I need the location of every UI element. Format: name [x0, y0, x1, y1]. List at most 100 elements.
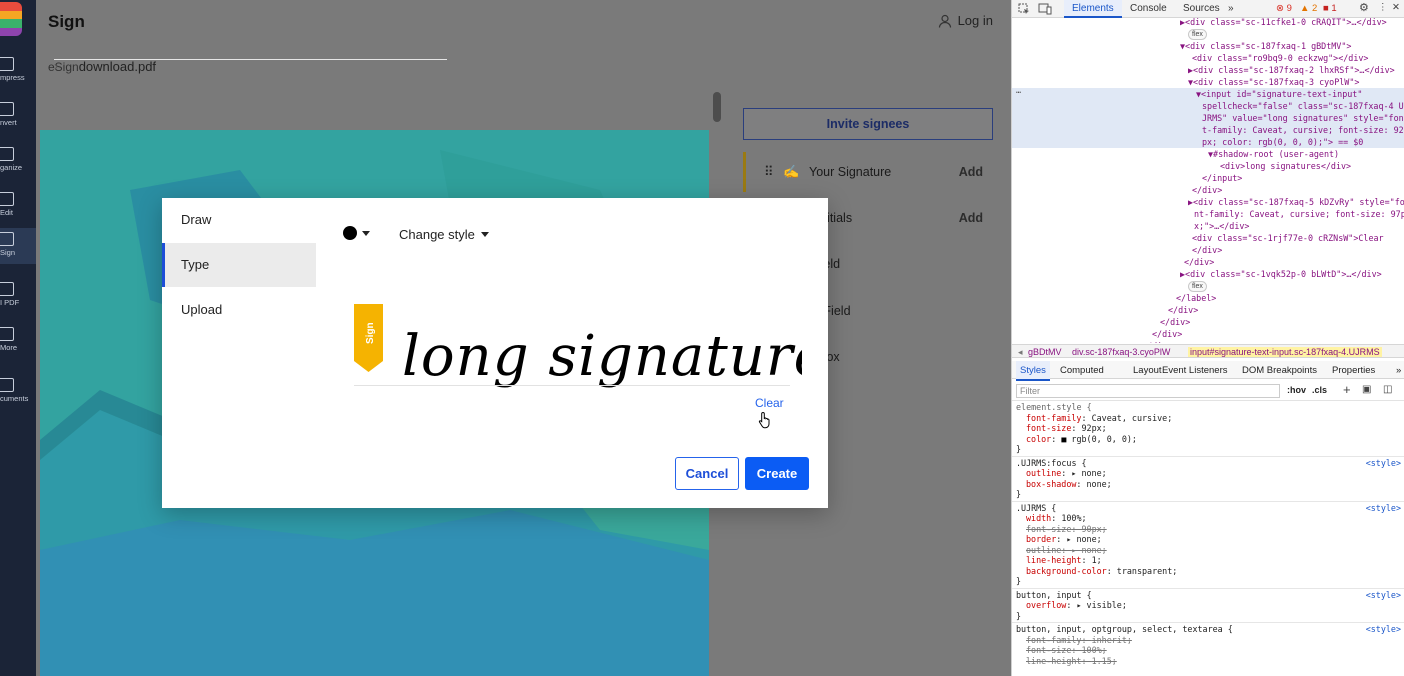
dom-node[interactable]: px; color: rgb(0, 0, 0);"> == $0 — [1012, 136, 1404, 148]
dom-crumb[interactable]: gBDtMV — [1028, 347, 1062, 357]
css-declaration[interactable]: background-color: transparent; — [1026, 566, 1177, 577]
signature-text-input[interactable] — [402, 316, 802, 396]
devtools-tab-console[interactable]: Console — [1130, 3, 1167, 14]
css-declaration[interactable]: color: ■ rgb(0, 0, 0); — [1026, 434, 1137, 445]
color-swatch-icon[interactable]: ■ — [1061, 434, 1071, 444]
css-declaration[interactable]: border: ▸ none; — [1026, 534, 1102, 545]
add-field-button[interactable]: Add — [959, 211, 983, 225]
rule-source-link[interactable]: <style> — [1366, 503, 1401, 514]
clear-link[interactable]: Clear — [755, 396, 784, 410]
styles-filter-input[interactable]: Filter — [1016, 384, 1280, 398]
rail-item-more[interactable]: More — [0, 327, 36, 357]
crumb-left-arrow-icon[interactable]: ◂ — [1018, 347, 1023, 357]
dom-node[interactable]: nt-family: Caveat, cursive; font-size: 9… — [1012, 208, 1404, 220]
paint-icon[interactable]: ▣ — [1362, 384, 1371, 395]
css-selector[interactable]: button, input, optgroup, select, textare… — [1016, 624, 1233, 635]
close-icon[interactable]: ✕ — [1392, 2, 1400, 13]
cls-toggle[interactable]: .cls — [1312, 385, 1327, 395]
change-style-dropdown[interactable]: Change style — [399, 226, 489, 242]
rule-source-link[interactable]: <style> — [1366, 458, 1401, 469]
tab-type[interactable]: Type — [162, 243, 316, 287]
dom-node[interactable]: </input> — [1012, 172, 1404, 184]
rail-item-sign[interactable]: Sign — [0, 228, 36, 264]
rail-item-edit[interactable]: Edit — [0, 192, 36, 222]
drag-handle-icon[interactable]: ⠿ — [764, 164, 774, 180]
rail-item-ganize[interactable]: ganize — [0, 147, 36, 177]
dom-node[interactable]: ▼<input id="signature-text-input" — [1012, 88, 1404, 100]
subtab-layout[interactable]: Layout — [1133, 365, 1162, 376]
dom-node[interactable]: ▼<div class="sc-187fxaq-1 gBDtMV"> — [1012, 40, 1404, 52]
dom-node[interactable]: ▼<div class="sc-187fxaq-3 cyoPlW"> — [1012, 76, 1404, 88]
css-declaration[interactable]: line-height: 1.15; — [1026, 656, 1117, 667]
subtab-properties[interactable]: Properties — [1332, 365, 1375, 376]
css-declaration[interactable]: font-family: Caveat, cursive; — [1026, 413, 1172, 424]
css-declaration[interactable]: line-height: 1; — [1026, 555, 1102, 566]
css-selector[interactable]: } — [1016, 489, 1021, 500]
css-selector[interactable]: element.style { — [1016, 402, 1092, 413]
dom-node[interactable]: flex — [1012, 280, 1404, 292]
rule-source-link[interactable]: <style> — [1366, 624, 1401, 635]
dom-node[interactable]: <div class="sc-1rjf77e-0 cRZNsW">Clear — [1012, 232, 1404, 244]
hov-toggle[interactable]: :hov — [1287, 385, 1306, 395]
css-selector[interactable]: .UJRMS:focus { — [1016, 458, 1087, 469]
dom-node[interactable]: </div> — [1012, 244, 1404, 256]
dom-node[interactable]: ▶<div class="sc-11cfke1-0 cRAQIT">…</div… — [1012, 18, 1404, 28]
dom-node[interactable]: ▶<div class="sc-187fxaq-2 lhxRSf">…</div… — [1012, 64, 1404, 76]
add-field-button[interactable]: Add — [959, 165, 983, 179]
dom-node[interactable]: </div> — [1012, 340, 1404, 343]
css-declaration[interactable]: font-size: 100%; — [1026, 645, 1107, 656]
css-declaration[interactable]: font-family: inherit; — [1026, 635, 1132, 646]
dom-node[interactable]: </div> — [1012, 184, 1404, 196]
rail-item-mpress[interactable]: mpress — [0, 57, 36, 87]
css-selector[interactable]: } — [1016, 576, 1021, 587]
subtab-styles[interactable]: Styles — [1016, 361, 1050, 381]
cancel-button[interactable]: Cancel — [675, 457, 739, 490]
login-button[interactable]: Log in — [938, 13, 993, 28]
css-selector[interactable]: button, input { — [1016, 590, 1092, 601]
subtab-dom-breakpoints[interactable]: DOM Breakpoints — [1242, 365, 1317, 376]
warning-count[interactable]: ▲ 2 — [1300, 3, 1317, 14]
scrollbar-thumb[interactable] — [713, 92, 721, 122]
tab-draw[interactable]: Draw — [162, 198, 316, 242]
rail-item-nvert[interactable]: nvert — [0, 102, 36, 132]
kebab-menu-icon[interactable]: ⋮ — [1378, 2, 1388, 13]
inspect-element-icon[interactable] — [1018, 3, 1030, 15]
css-declaration[interactable]: box-shadow: none; — [1026, 479, 1112, 490]
css-declaration[interactable]: width: 100%; — [1026, 513, 1087, 524]
invite-signees-button[interactable]: Invite signees — [743, 108, 993, 140]
css-declaration[interactable]: font-size: 92px; — [1026, 423, 1107, 434]
device-toggle-icon[interactable] — [1038, 3, 1052, 15]
dom-node[interactable]: ▶<div class="sc-187fxaq-5 kDZvRy" style=… — [1012, 196, 1404, 208]
styles-pane[interactable]: element.style {font-family: Caveat, curs… — [1012, 401, 1404, 676]
dom-crumb[interactable]: div.sc-187fxaq-3.cyoPlW — [1072, 347, 1170, 357]
issues-count[interactable]: ■ 1 — [1323, 3, 1337, 14]
more-tabs-icon[interactable]: » — [1228, 3, 1234, 14]
dom-node[interactable]: JRMS" value="long signatures" style="fon — [1012, 112, 1404, 124]
css-selector[interactable]: } — [1016, 444, 1021, 455]
dom-tree[interactable]: ▶<div class="sc-11cfke1-0 cRAQIT">…</div… — [1012, 18, 1404, 343]
css-selector[interactable]: } — [1016, 611, 1021, 622]
dom-node[interactable]: </div> — [1012, 304, 1404, 316]
breadcrumb-parent[interactable]: eSign — [48, 60, 79, 74]
subtab-event-listeners[interactable]: Event Listeners — [1162, 365, 1227, 376]
dom-node[interactable]: ▶<div class="sc-1vqk52p-0 bLWtD">…</div> — [1012, 268, 1404, 280]
dom-node[interactable]: x;">…</div> — [1012, 220, 1404, 232]
devtools-tab-sources[interactable]: Sources — [1183, 3, 1220, 14]
css-declaration[interactable]: font-size: 90px; — [1026, 524, 1107, 535]
tree-ellipsis-icon[interactable]: … — [1016, 84, 1021, 96]
rule-source-link[interactable]: <style> — [1366, 590, 1401, 601]
dom-node[interactable]: </div> — [1012, 316, 1404, 328]
dom-node[interactable]: </div> — [1012, 328, 1404, 340]
app-logo[interactable] — [0, 2, 22, 36]
dom-node[interactable]: </div> — [1012, 256, 1404, 268]
dom-node[interactable]: <div>long signatures</div> — [1012, 160, 1404, 172]
css-selector[interactable]: .UJRMS { — [1016, 503, 1056, 514]
more-subtabs-icon[interactable]: » — [1396, 365, 1401, 376]
settings-gear-icon[interactable]: ⚙ — [1359, 1, 1369, 14]
error-count[interactable]: ⊗ 9 — [1276, 3, 1292, 14]
dom-node[interactable]: t-family: Caveat, cursive; font-size: 92 — [1012, 124, 1404, 136]
css-declaration[interactable]: outline: ▸ none; — [1026, 545, 1107, 556]
create-button[interactable]: Create — [745, 457, 809, 490]
css-declaration[interactable]: overflow: ▸ visible; — [1026, 600, 1127, 611]
dom-node[interactable]: spellcheck="false" class="sc-187fxaq-4 U — [1012, 100, 1404, 112]
